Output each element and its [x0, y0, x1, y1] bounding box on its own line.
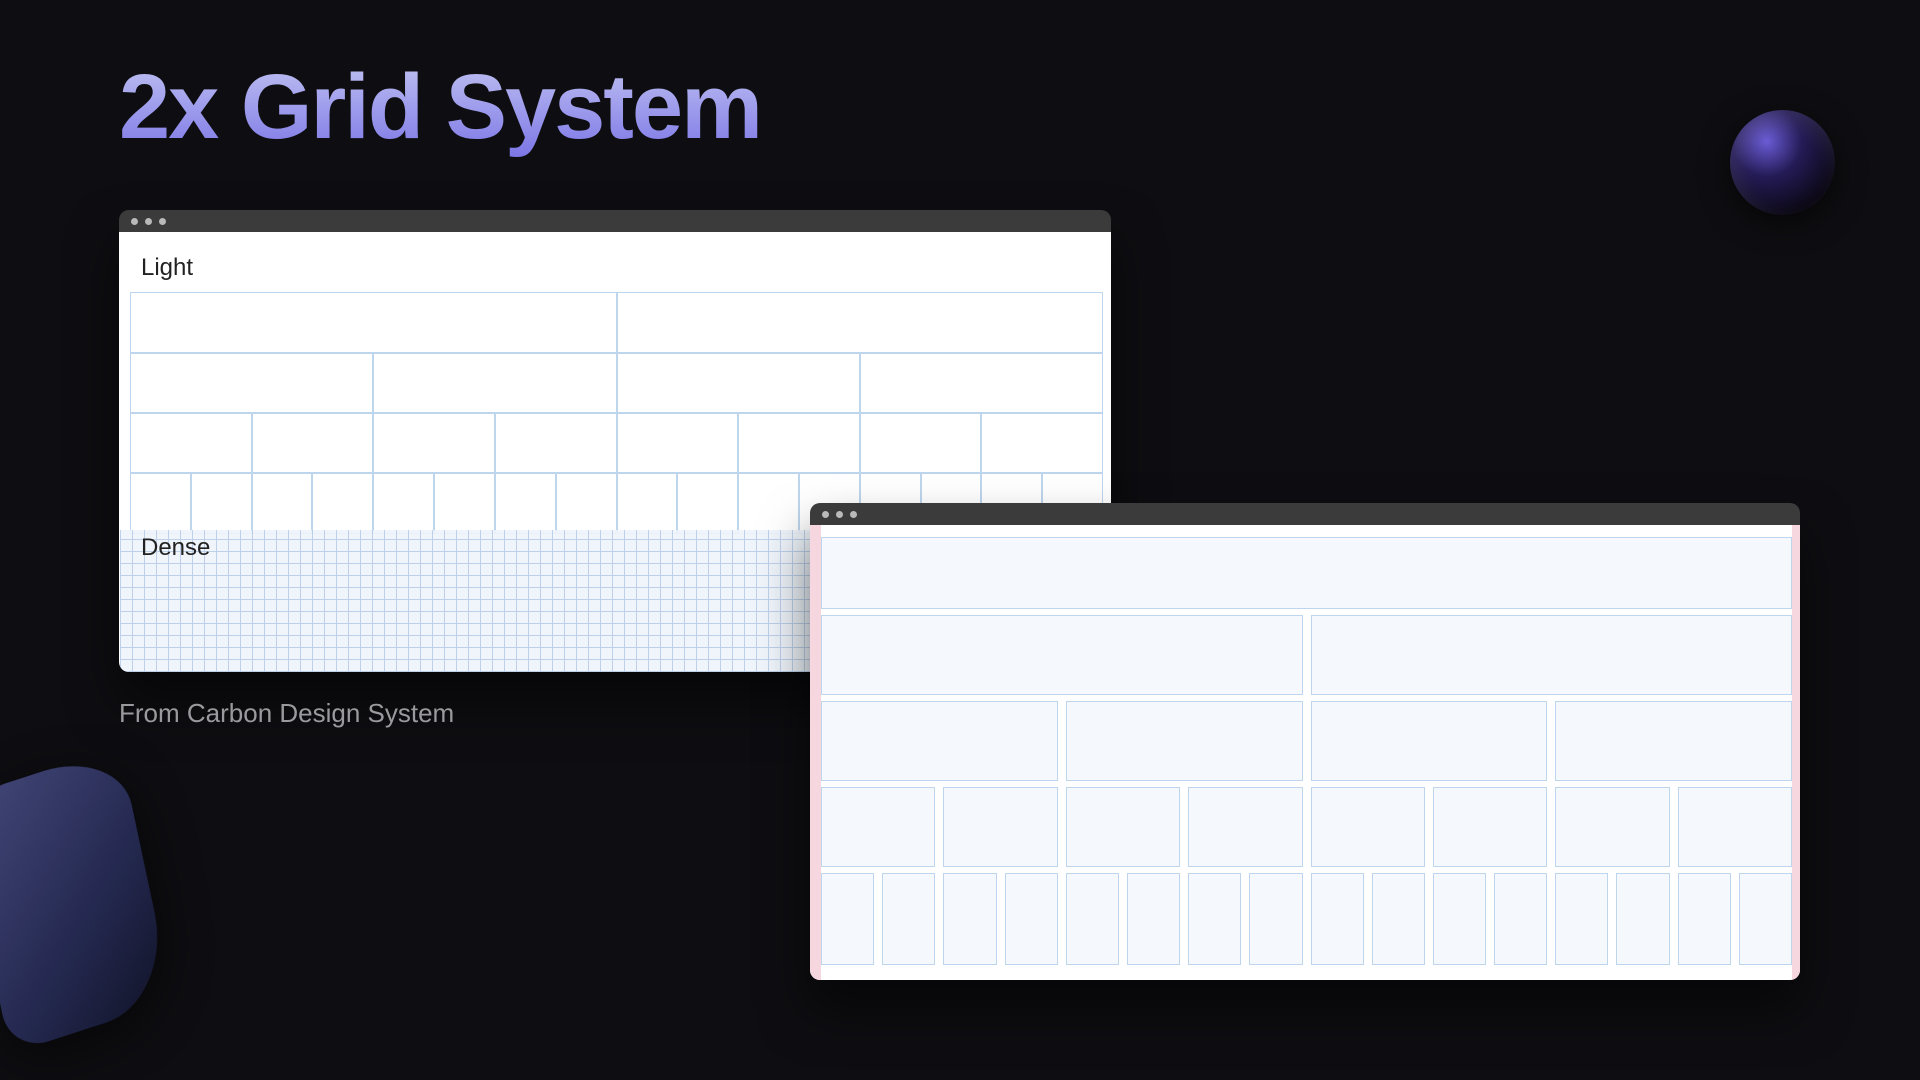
grid-cell: [130, 412, 252, 474]
grid-cell: [1555, 701, 1792, 781]
grid-row-8col: [821, 787, 1792, 865]
grid-cell: [617, 412, 739, 474]
grid-cell: [495, 472, 556, 534]
grid-cell: [821, 787, 935, 867]
slide: 2x Grid System Light: [0, 0, 1920, 1080]
grid-cell: [1739, 873, 1792, 965]
grid-row-1col: [821, 537, 1792, 607]
grid-cell: [252, 472, 313, 534]
grid-cell: [191, 472, 252, 534]
grid-cell: [617, 472, 678, 534]
grid-cell: [821, 873, 874, 965]
grid-cell: [1188, 873, 1241, 965]
grid-cell: [1066, 873, 1119, 965]
grid-cell: [1555, 787, 1669, 867]
grid-cell: [860, 412, 982, 474]
grid-cell: [1372, 873, 1425, 965]
grid-cell: [821, 537, 1792, 609]
decorative-ribbon: [0, 746, 173, 1053]
window-chrome: [119, 210, 1111, 232]
grid-cell: [1555, 873, 1608, 965]
traffic-light-dot: [145, 218, 152, 225]
grid-cell: [1311, 615, 1793, 695]
grid-cell: [130, 352, 373, 414]
grid-row-16col: [821, 873, 1792, 963]
grid-cell: [1311, 701, 1548, 781]
grid-cell: [617, 292, 1104, 354]
slide-title: 2x Grid System: [119, 55, 761, 160]
grid-cell: [738, 412, 860, 474]
grid-left-margin: [810, 525, 821, 980]
grid-cell: [882, 873, 935, 965]
grid-cell: [1433, 787, 1547, 867]
grid-cell: [821, 701, 1058, 781]
light-section-label: Light: [141, 254, 193, 282]
grid-row-2col: [130, 292, 1103, 352]
grid-cell: [677, 472, 738, 534]
grid-cell: [943, 787, 1057, 867]
grid-right-margin: [1792, 525, 1800, 980]
grid-row-8col: [130, 412, 1103, 472]
traffic-light-dot: [850, 511, 857, 518]
traffic-light-dot: [822, 511, 829, 518]
dense-section-label: Dense: [141, 534, 210, 562]
grid-cell: [1616, 873, 1669, 965]
grid-cell: [1678, 787, 1792, 867]
grid-example-window-spacing: [810, 503, 1800, 980]
grid-cell: [821, 615, 1303, 695]
grid-cell: [434, 472, 495, 534]
decorative-sphere: [1730, 110, 1835, 215]
grid-cell: [373, 412, 495, 474]
window-chrome: [810, 503, 1800, 525]
grid-cell: [130, 292, 617, 354]
grid-row-4col: [130, 352, 1103, 412]
grid-cell: [1249, 873, 1302, 965]
grid-row-4col: [821, 701, 1792, 779]
grid-row-2col: [821, 615, 1792, 693]
traffic-light-dot: [159, 218, 166, 225]
grid-cell: [1005, 873, 1058, 965]
grid-cell: [617, 352, 860, 414]
source-caption: From Carbon Design System: [119, 698, 454, 729]
grid-cell: [312, 472, 373, 534]
grid-cell: [981, 412, 1103, 474]
grid-cell: [1127, 873, 1180, 965]
grid-cell: [738, 472, 799, 534]
grid-cell: [943, 873, 996, 965]
traffic-light-dot: [836, 511, 843, 518]
grid-cell: [373, 472, 434, 534]
grid-cell: [130, 472, 191, 534]
window-canvas: [810, 525, 1800, 980]
spacing-grid: [821, 525, 1792, 980]
grid-cell: [1188, 787, 1302, 867]
grid-cell: [556, 472, 617, 534]
grid-cell: [1066, 701, 1303, 781]
grid-cell: [495, 412, 617, 474]
grid-cell: [860, 352, 1103, 414]
grid-cell: [1433, 873, 1486, 965]
grid-cell: [373, 352, 616, 414]
grid-cell: [1066, 787, 1180, 867]
grid-cell: [1678, 873, 1731, 965]
grid-cell: [252, 412, 374, 474]
traffic-light-dot: [131, 218, 138, 225]
grid-cell: [1494, 873, 1547, 965]
grid-cell: [1311, 787, 1425, 867]
grid-cell: [1311, 873, 1364, 965]
